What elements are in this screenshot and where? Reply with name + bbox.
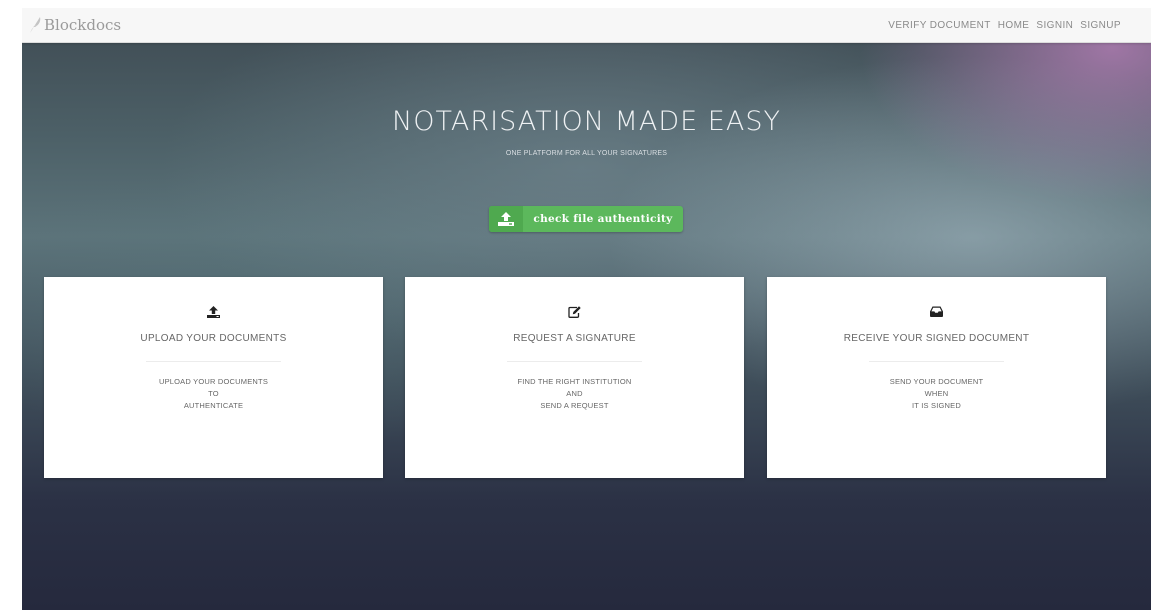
feature-card-request: REQUEST A SIGNATURE FIND THE RIGHT INSTI… (405, 277, 744, 478)
inbox-icon (930, 306, 943, 317)
brand-link[interactable]: Blockdocs (28, 14, 121, 36)
nav-menu: VERIFY DOCUMENT HOME SIGNIN SIGNUP (888, 8, 1121, 42)
brand-name: Blockdocs (44, 16, 122, 34)
card-title: REQUEST A SIGNATURE (513, 333, 636, 344)
feature-card-upload: UPLOAD YOUR DOCUMENTS UPLOAD YOUR DOCUME… (44, 277, 383, 478)
card-text-line: FIND THE RIGHT INSTITUTION (517, 377, 632, 386)
card-text-line: TO (208, 389, 219, 398)
hero-subtitle: ONE PLATFORM FOR ALL YOUR SIGNATURES (505, 150, 668, 157)
divider (146, 361, 281, 362)
hero-title: NOTARISATION MADE EASY (392, 106, 781, 137)
card-text-line: SEND YOUR DOCUMENT (889, 377, 984, 386)
nav-signin[interactable]: SIGNIN (1036, 20, 1073, 31)
card-text-line: AUTHENTICATE (183, 401, 244, 410)
edit-icon (568, 306, 581, 318)
upload-icon (207, 306, 220, 318)
nav-home[interactable]: HOME (998, 20, 1030, 31)
feather-icon (30, 17, 41, 33)
card-text-line: UPLOAD YOUR DOCUMENTS (158, 377, 269, 386)
card-text-line: WHEN (924, 389, 949, 398)
nav-verify-document[interactable]: VERIFY DOCUMENT (888, 20, 991, 31)
divider (869, 361, 1004, 362)
upload-icon (498, 212, 514, 226)
card-title: UPLOAD YOUR DOCUMENTS (140, 333, 287, 344)
card-text-line: SEND A REQUEST (540, 401, 609, 410)
check-file-authenticity-button[interactable]: check file authenticity (489, 206, 683, 232)
card-text-line: AND (566, 389, 583, 398)
navbar: Blockdocs VERIFY DOCUMENT HOME SIGNIN SI… (22, 8, 1151, 43)
page-frame: Blockdocs VERIFY DOCUMENT HOME SIGNIN SI… (22, 8, 1151, 610)
divider (507, 361, 642, 362)
card-text-line: IT IS SIGNED (912, 401, 961, 410)
feature-card-receive: RECEIVE YOUR SIGNED DOCUMENT SEND YOUR D… (767, 277, 1106, 478)
card-title: RECEIVE YOUR SIGNED DOCUMENT (843, 333, 1030, 344)
nav-signup[interactable]: SIGNUP (1080, 20, 1121, 31)
cta-label: check file authenticity (533, 213, 673, 225)
cta-icon-box (489, 206, 523, 232)
